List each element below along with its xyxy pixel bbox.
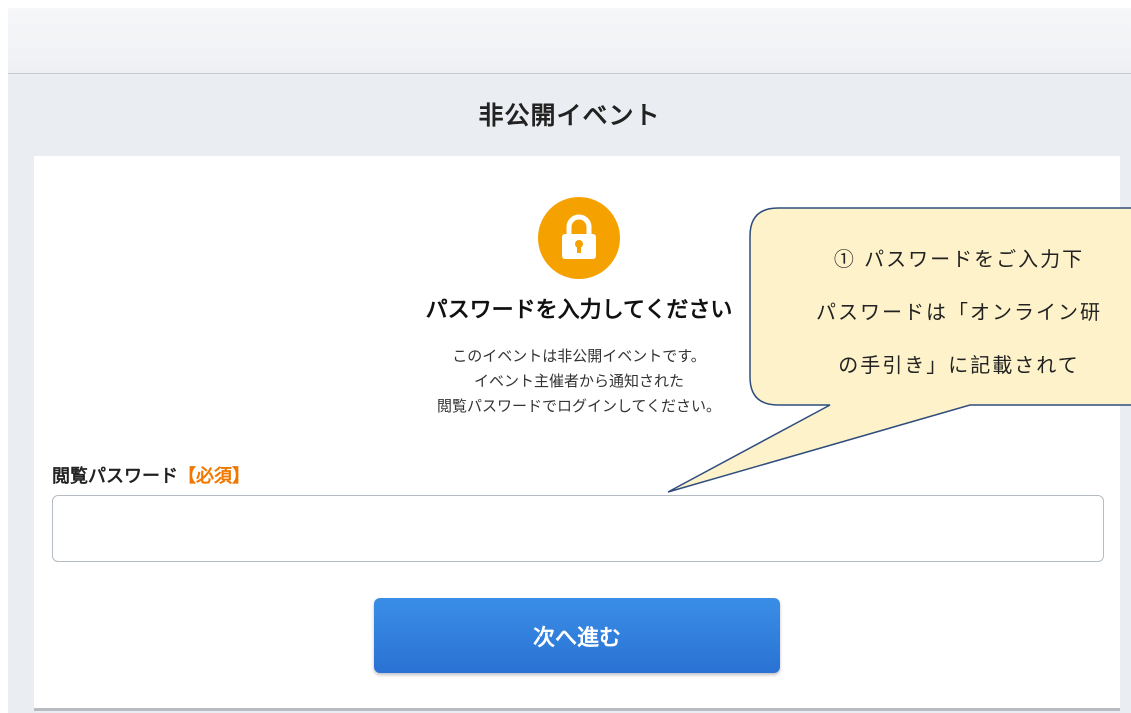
password-input[interactable] xyxy=(52,495,1104,562)
callout-line-1: ① パスワードをご入力下 xyxy=(833,247,1085,271)
lock-icon xyxy=(538,197,620,279)
callout-line-2: パスワードは「オンライン研 xyxy=(816,300,1102,324)
password-label-text: 閲覧パスワード xyxy=(52,466,178,487)
password-field-label: 閲覧パスワード【必須】 xyxy=(52,462,250,488)
callout-line-3: の手引き」に記載されて xyxy=(838,353,1080,377)
next-button[interactable]: 次へ進む xyxy=(374,598,780,673)
required-badge: 【必須】 xyxy=(178,466,250,487)
top-bar xyxy=(8,8,1131,74)
page-title: 非公開イベント xyxy=(478,101,661,130)
description-line-3: 閲覧パスワードでログインしてください。 xyxy=(436,397,722,415)
